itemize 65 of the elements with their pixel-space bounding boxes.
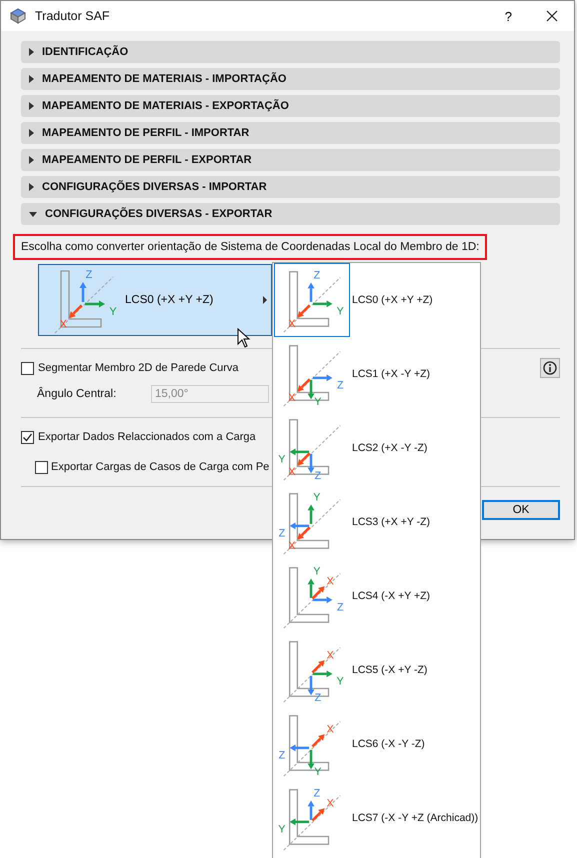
dashed-diagonal <box>283 795 341 851</box>
checkbox[interactable] <box>35 460 48 474</box>
axis-label: Y <box>109 306 117 318</box>
section-header[interactable]: MAPEAMENTO DE MATERIAIS - IMPORTAÇÃO <box>21 68 560 90</box>
axis-label: X <box>326 798 334 810</box>
checkbox-label: Exportar Cargas de Casos de Carga com Pe <box>51 461 270 473</box>
profile-outline <box>288 271 330 327</box>
axis-label: Y <box>278 454 286 466</box>
checkbox-label: Segmentar Membro 2D de Parede Curva <box>38 362 239 374</box>
axis-label: Y <box>313 492 320 504</box>
info-button[interactable] <box>540 358 560 378</box>
help-button[interactable]: ? <box>504 8 512 24</box>
section-header[interactable]: CONFIGURAÇÕES DIVERSAS - EXPORTAR <box>21 203 560 225</box>
axis-label: Z <box>314 692 322 704</box>
axis-label: Z <box>336 602 344 614</box>
axis-label: Z <box>86 269 92 281</box>
menu-option[interactable]: X Y Z LCS5 (-X +Y -Z) <box>273 633 480 707</box>
axis-label: X <box>288 318 296 330</box>
profile-outline <box>288 493 330 549</box>
orientation-dropdown[interactable]: Z Y X LCS0 (+X +Y +Z) <box>38 264 272 336</box>
mouse-cursor-icon <box>237 328 251 348</box>
profile-outline <box>60 270 102 328</box>
axis-label: Z <box>314 270 320 282</box>
axis-label: Z <box>278 750 286 762</box>
window-title: Tradutor SAF <box>35 9 111 23</box>
axis-label: Y <box>278 824 286 836</box>
axis-label: X <box>326 724 334 736</box>
dashed-diagonal <box>283 721 341 777</box>
axis-label: Y <box>313 566 320 578</box>
checkbox[interactable] <box>21 362 34 374</box>
axis-label: Z <box>278 528 286 540</box>
menu-option[interactable]: Y X Z LCS2 (+X -Y -Z) <box>273 411 480 485</box>
section-header[interactable]: CONFIGURAÇÕES DIVERSAS - IMPORTAR <box>21 176 560 198</box>
checkbox-label: Exportar Dados Relaccionados com a Carga <box>38 431 256 443</box>
app-icon <box>9 7 27 25</box>
menu-option[interactable]: Z Y X LCS0 (+X +Y +Z) <box>273 263 480 337</box>
axis-label: X <box>326 576 334 588</box>
axis-label: Z <box>336 380 344 392</box>
menu-option[interactable]: Y X Z LCS4 (-X +Y +Z) <box>273 559 480 633</box>
axis-label: Y <box>336 676 344 688</box>
menu-option[interactable]: X Z Y LCS6 (-X -Y -Z) <box>273 707 480 781</box>
dashed-diagonal <box>283 425 341 481</box>
axis-label: X <box>326 650 334 662</box>
axis-label: Z <box>314 788 320 800</box>
axis-label: X <box>288 540 296 552</box>
menu-option[interactable]: Y Z X LCS3 (+X +Y -Z) <box>273 485 480 559</box>
axis-label: Z <box>314 470 322 482</box>
axis-label: Y <box>336 306 344 318</box>
menu-option[interactable]: Z X Y LCS7 (-X -Y +Z (Archicad)) <box>273 781 480 855</box>
section-header[interactable]: MAPEAMENTO DE MATERIAIS - EXPORTAÇÃO <box>21 95 560 117</box>
section-header[interactable]: MAPEAMENTO DE PERFIL - EXPORTAR <box>21 149 560 171</box>
close-icon[interactable] <box>546 10 558 22</box>
axis-label: X <box>288 466 296 478</box>
menu-option[interactable]: Z X Y LCS1 (+X -Y +Z) <box>273 337 480 411</box>
axis-label: Y <box>314 766 322 778</box>
ok-button[interactable]: OK <box>482 500 560 520</box>
axis-label: X <box>288 392 296 404</box>
axis-label: Y <box>314 396 322 408</box>
angle-label: Ângulo Central: <box>37 388 118 400</box>
section-header[interactable]: IDENTIFICAÇÃO <box>21 41 560 63</box>
section-header[interactable]: MAPEAMENTO DE PERFIL - IMPORTAR <box>21 122 560 144</box>
dashed-diagonal <box>283 499 341 555</box>
checkbox[interactable] <box>21 430 34 444</box>
axis-label: X <box>60 318 68 331</box>
prompt-text: Escolha como converter orientação de Sistema de Coordenadas Local do Membro de 1D: <box>13 234 488 260</box>
